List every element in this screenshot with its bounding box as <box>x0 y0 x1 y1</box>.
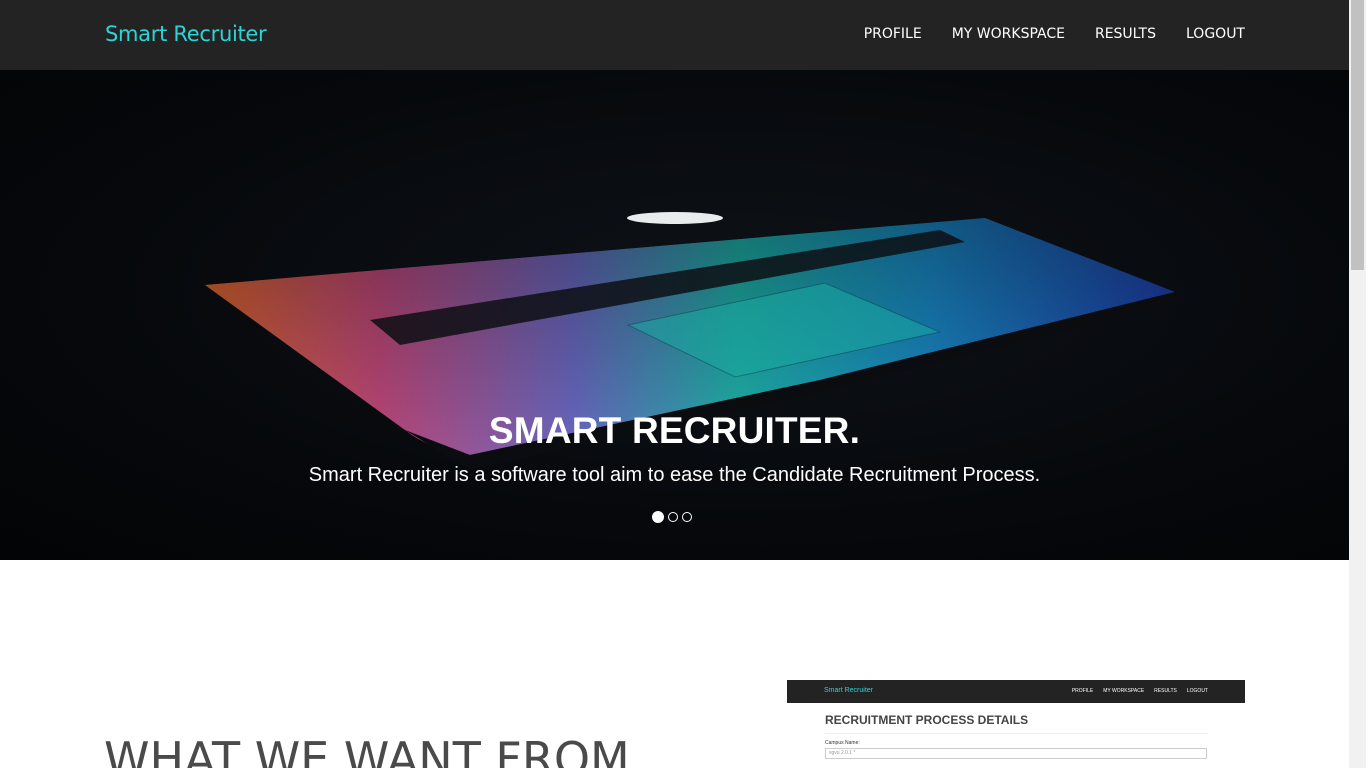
preview-menu-item: MY WORKSPACE <box>1103 688 1145 694</box>
preview-divider <box>825 733 1208 734</box>
preview-menu-item: PROFILE <box>1071 688 1094 694</box>
hero-carousel: SMART RECRUITER. Smart Recruiter is a so… <box>0 70 1349 560</box>
preview-field-label: Campus Name: <box>825 740 860 746</box>
hero-subtitle: Smart Recruiter is a software tool aim t… <box>308 464 1041 486</box>
hero-title: SMART RECRUITER. <box>488 410 861 451</box>
scrollbar-thumb[interactable] <box>1351 0 1364 270</box>
preview-brand: Smart Recruiter <box>824 687 874 694</box>
carousel-dot-3[interactable] <box>682 512 692 522</box>
page: Smart Recruiter PROFILE MY WORKSPACE RES… <box>0 0 1349 768</box>
nav-item-profile[interactable]: PROFILE <box>864 26 922 42</box>
preview-menu-item: LOGOUT <box>1186 688 1208 694</box>
nav-menu: PROFILE MY WORKSPACE RESULTS LOGOUT <box>864 26 1245 42</box>
vertical-scrollbar[interactable] <box>1349 0 1366 768</box>
preview-menu-item: RESULTS <box>1154 688 1177 694</box>
app-preview-screenshot: Smart Recruiter PROFILE MY WORKSPACE RES… <box>787 680 1245 768</box>
preview-navbar: Smart Recruiter PROFILE MY WORKSPACE RES… <box>787 680 1245 703</box>
brand-logo-link[interactable]: Smart Recruiter <box>105 22 267 46</box>
carousel-dot-1[interactable] <box>652 511 664 523</box>
preview-title: RECRUITMENT PROCESS DETAILS <box>825 713 1029 727</box>
nav-item-logout[interactable]: LOGOUT <box>1186 26 1245 42</box>
top-navbar: Smart Recruiter PROFILE MY WORKSPACE RES… <box>0 0 1349 70</box>
nav-item-results[interactable]: RESULTS <box>1095 26 1156 42</box>
nav-item-my-workspace[interactable]: MY WORKSPACE <box>952 26 1065 42</box>
preview-field-input: sgvu 2.0.1 * <box>825 748 1207 759</box>
section-heading: WHAT WE WANT FROM <box>104 732 630 768</box>
preview-menu: PROFILE MY WORKSPACE RESULTS LOGOUT <box>1072 688 1208 694</box>
carousel-dot-2[interactable] <box>668 512 678 522</box>
carousel-indicators <box>652 511 692 523</box>
